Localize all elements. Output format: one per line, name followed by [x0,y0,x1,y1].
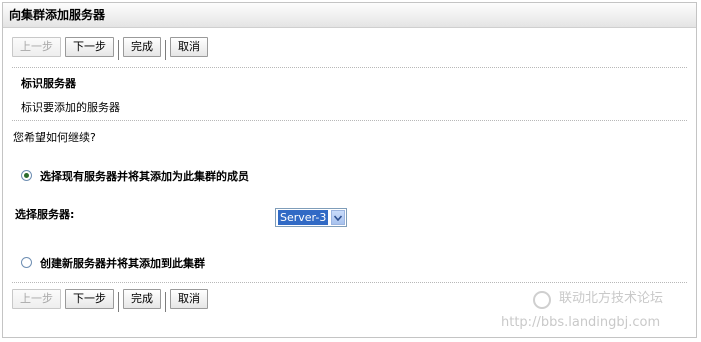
existing-server-radio[interactable] [21,170,32,181]
add-server-panel: 向集群添加服务器 上一步 下一步 完成 取消 标识服务器 标识要添加的服务器 您… [2,2,697,338]
chevron-down-icon[interactable] [331,210,345,225]
prev-button[interactable]: 上一步 [12,289,61,309]
watermark-logo-icon [533,291,551,309]
new-server-radio[interactable] [21,257,32,268]
watermark-url: http://bbs.landingbj.com [501,315,661,330]
server-select[interactable]: Server-3 [275,208,347,227]
question-text: 您希望如何继续? [13,131,96,144]
step-heading: 标识服务器 [21,77,76,90]
cancel-button[interactable]: 取消 [170,37,208,57]
bottom-toolbar: 上一步 下一步 完成 取消 [12,289,208,312]
watermark-text: 联动北方技术论坛 [559,291,664,306]
next-button[interactable]: 下一步 [65,289,114,309]
new-server-label[interactable]: 创建新服务器并将其添加到此集群 [40,255,205,271]
prev-button[interactable]: 上一步 [12,37,61,57]
next-button[interactable]: 下一步 [65,37,114,57]
toolbar-separator [165,292,166,312]
step-description: 标识要添加的服务器 [21,101,120,114]
finish-button[interactable]: 完成 [123,289,161,309]
divider [12,282,687,283]
top-toolbar: 上一步 下一步 完成 取消 [12,37,208,60]
toolbar-separator [118,292,119,312]
server-select-value: Server-3 [278,210,329,225]
toolbar-separator [118,40,119,60]
select-server-label: 选择服务器: [15,208,75,221]
cancel-button[interactable]: 取消 [170,289,208,309]
finish-button[interactable]: 完成 [123,37,161,57]
existing-server-label[interactable]: 选择现有服务器并将其添加为此集群的成员 [40,168,249,184]
divider [12,120,687,121]
window-title: 向集群添加服务器 [3,3,696,28]
divider [12,67,687,68]
toolbar-separator [165,40,166,60]
